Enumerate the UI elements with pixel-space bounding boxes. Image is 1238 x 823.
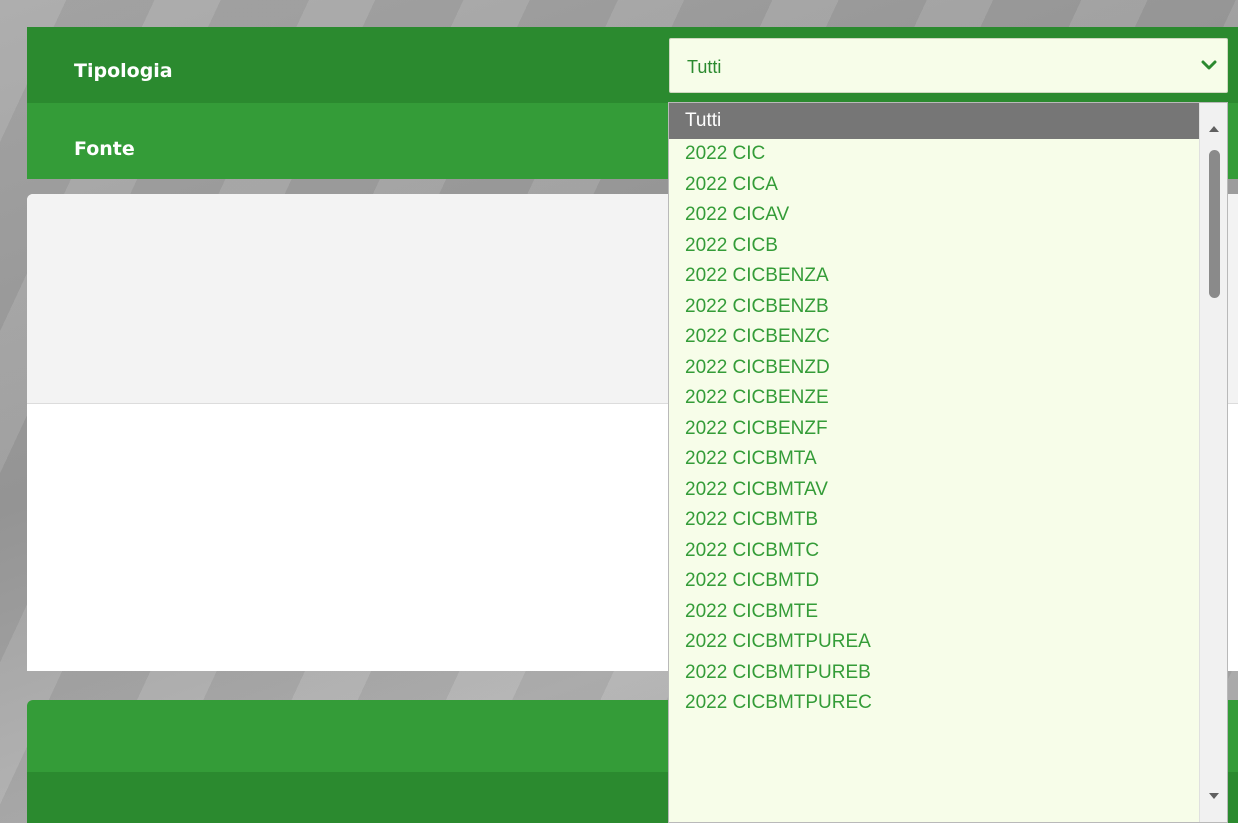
dropdown-option[interactable]: 2022 CICBENZF	[669, 414, 1227, 445]
triangle-up-icon[interactable]	[1207, 123, 1221, 133]
tipologia-select[interactable]: Tutti	[669, 38, 1228, 93]
dropdown-option[interactable]: 2022 CICBENZD	[669, 353, 1227, 384]
dropdown-option[interactable]: 2022 CICBMTD	[669, 566, 1227, 597]
dropdown-option[interactable]: Tutti	[669, 103, 1199, 139]
tipologia-label: Tipologia	[74, 60, 173, 82]
fonte-label: Fonte	[74, 138, 135, 160]
chevron-down-icon	[1201, 60, 1217, 70]
scrollbar-thumb[interactable]	[1209, 150, 1220, 298]
dropdown-option[interactable]: 2022 CICBMTC	[669, 536, 1227, 567]
dropdown-option[interactable]: 2022 CICBMTPUREC	[669, 688, 1227, 719]
dropdown-option[interactable]: 2022 CICBMTA	[669, 444, 1227, 475]
dropdown-option[interactable]: 2022 CICBMTPUREB	[669, 658, 1227, 689]
filter-row-tipologia: Tipologia Tutti	[27, 27, 1238, 103]
dropdown-option[interactable]: 2022 CICBENZE	[669, 383, 1227, 414]
dropdown-option[interactable]: 2022 CIC	[669, 139, 1227, 170]
dropdown-option[interactable]: 2022 CICBENZB	[669, 292, 1227, 323]
dropdown-scrollbar[interactable]	[1199, 103, 1227, 822]
tipologia-select-value: Tutti	[687, 57, 722, 77]
dropdown-option[interactable]: 2022 CICAV	[669, 200, 1227, 231]
dropdown-option[interactable]: 2022 CICBENZC	[669, 322, 1227, 353]
tipologia-dropdown-list[interactable]: Tutti 2022 CIC 2022 CICA 2022 CICAV 2022 CIC…	[668, 102, 1228, 823]
dropdown-options: Tutti 2022 CIC 2022 CICA 2022 CICAV 2022 CIC…	[669, 103, 1227, 719]
dropdown-option[interactable]: 2022 CICBMTPUREA	[669, 627, 1227, 658]
dropdown-option[interactable]: 2022 CICB	[669, 231, 1227, 262]
dropdown-option[interactable]: 2022 CICBMTAV	[669, 475, 1227, 506]
dropdown-option[interactable]: 2022 CICA	[669, 170, 1227, 201]
dropdown-option[interactable]: 2022 CICBMTE	[669, 597, 1227, 628]
dropdown-option[interactable]: 2022 CICBMTB	[669, 505, 1227, 536]
triangle-down-icon[interactable]	[1207, 792, 1221, 802]
dropdown-option[interactable]: 2022 CICBENZA	[669, 261, 1227, 292]
